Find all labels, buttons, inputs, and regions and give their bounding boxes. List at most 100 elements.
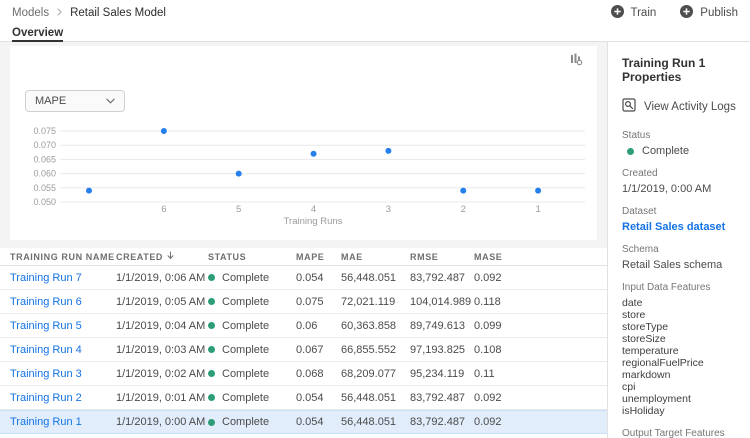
run-name-link[interactable]: Training Run 1 (10, 416, 116, 428)
schema-field: Schema Retail Sales schema (622, 244, 750, 271)
chart-zone: MAPE 0.0750.0700.0650.0600.0550.05065432… (0, 42, 607, 248)
run-mape: 0.067 (296, 344, 341, 356)
status-field: Status Complete (622, 130, 750, 157)
input-feature-item: regionalFuelPrice (622, 357, 750, 369)
chart-card: MAPE 0.0750.0700.0650.0600.0550.05065432… (10, 46, 597, 240)
input-feature-item: temperature (622, 345, 750, 357)
chart-point-run-5 (236, 171, 242, 177)
train-button-label: Train (631, 7, 657, 19)
input-features-list: datestorestoreTypestoreSizetemperaturere… (622, 297, 750, 417)
column-header-mase[interactable]: MASE (474, 252, 607, 262)
run-created: 1/1/2019, 0:01 AM (116, 392, 208, 404)
sort-arrow-down-icon (167, 251, 174, 262)
created-label: Created (622, 168, 750, 179)
column-header-mae[interactable]: MAE (341, 252, 410, 262)
chart-point-run-7 (86, 188, 92, 194)
publish-button[interactable]: Publish (680, 5, 738, 21)
run-mae: 56,448.051 (341, 416, 410, 428)
chart-point-run-3 (385, 148, 391, 154)
input-feature-item: storeType (622, 321, 750, 333)
table-body: Training Run 71/1/2019, 0:06 AMComplete0… (0, 266, 607, 434)
run-mape: 0.075 (296, 296, 341, 308)
run-mase: 0.099 (474, 320, 607, 332)
status-dot-icon (208, 394, 215, 401)
y-tick-label: 0.075 (33, 126, 56, 136)
view-activity-logs-button[interactable]: View Activity Logs (622, 98, 750, 115)
column-header-status[interactable]: STATUS (208, 252, 296, 262)
input-feature-item: date (622, 297, 750, 309)
run-created: 1/1/2019, 0:05 AM (116, 296, 208, 308)
table-row[interactable]: Training Run 71/1/2019, 0:06 AMComplete0… (0, 266, 607, 290)
breadcrumb-current: Retail Sales Model (70, 7, 166, 19)
run-name-link[interactable]: Training Run 6 (10, 296, 116, 308)
run-created: 1/1/2019, 0:00 AM (116, 416, 208, 428)
schema-label: Schema (622, 244, 750, 255)
created-value: 1/1/2019, 0:00 AM (622, 183, 750, 195)
y-tick-label: 0.055 (33, 183, 56, 193)
column-header-created[interactable]: CREATED (116, 251, 208, 262)
run-mape: 0.054 (296, 272, 341, 284)
run-status: Complete (208, 392, 296, 404)
properties-panel: Training Run 1 Properties View Activity … (607, 42, 750, 438)
run-status: Complete (208, 344, 296, 356)
chevron-right-icon (57, 7, 62, 19)
status-label: Status (622, 130, 750, 141)
chart-point-run-2 (460, 188, 466, 194)
tab-bar: Overview (0, 26, 750, 42)
table-row[interactable]: Training Run 31/1/2019, 0:02 AMComplete0… (0, 362, 607, 386)
x-tick-label: 1 (535, 204, 540, 215)
input-features-label: Input Data Features (622, 282, 750, 293)
chart-point-run-6 (161, 128, 167, 134)
input-feature-item: storeSize (622, 333, 750, 345)
run-created: 1/1/2019, 0:04 AM (116, 320, 208, 332)
run-name-link[interactable]: Training Run 3 (10, 368, 116, 380)
run-mape: 0.054 (296, 416, 341, 428)
chart-point-run-1 (535, 188, 541, 194)
tab-overview[interactable]: Overview (12, 26, 63, 42)
table-row[interactable]: Training Run 41/1/2019, 0:03 AM Complete 0… (0, 338, 607, 362)
train-button[interactable]: Train (611, 5, 657, 21)
status-dot-icon (208, 370, 215, 377)
status-text: Complete (222, 344, 269, 356)
schema-value: Retail Sales schema (622, 259, 750, 271)
y-tick-label: 0.070 (33, 140, 56, 150)
run-rmse: 83,792.487 (410, 416, 474, 428)
mape-chart: 0.0750.0700.0650.0600.0550.050654321Trai… (10, 46, 597, 240)
x-tick-label: 3 (386, 204, 391, 215)
status-dot-icon (208, 346, 215, 353)
x-tick-label: 5 (236, 204, 241, 215)
table-row[interactable]: Training Run 11/1/2019, 0:00 AMComplete0… (0, 410, 607, 434)
run-name-link[interactable]: Training Run 7 (10, 272, 116, 284)
run-created: 1/1/2019, 0:03 AM (116, 344, 208, 356)
run-name-link[interactable]: Training Run 4 (10, 344, 116, 356)
column-header-training-run-name[interactable]: TRAINING RUN NAME (10, 252, 116, 262)
breadcrumb: Models Retail Sales Model (12, 7, 166, 19)
run-mae: 56,448.051 (341, 392, 410, 404)
status-dot-icon (627, 148, 634, 155)
run-mase: 0.092 (474, 416, 607, 428)
column-header-rmse[interactable]: RMSE (410, 252, 474, 262)
column-header-mape[interactable]: MAPE (296, 252, 341, 262)
table-row[interactable]: Training Run 61/1/2019, 0:05 AMComplete0… (0, 290, 607, 314)
run-rmse: 104,014.989 (410, 296, 474, 308)
top-bar: Models Retail Sales Model Train Publish (0, 0, 750, 26)
status-dot-icon (208, 298, 215, 305)
table-row[interactable]: Training Run 51/1/2019, 0:04 AMComplete0… (0, 314, 607, 338)
run-name-link[interactable]: Training Run 2 (10, 392, 116, 404)
breadcrumb-item-models[interactable]: Models (12, 7, 49, 19)
input-feature-item: isHoliday (622, 405, 750, 417)
run-name-link[interactable]: Training Run 5 (10, 320, 116, 332)
dataset-link[interactable]: Retail Sales dataset (622, 221, 750, 233)
input-feature-item: unemployment (622, 393, 750, 405)
run-mase: 0.092 (474, 272, 607, 284)
output-features-field: Output Target Features weeklySales (622, 428, 750, 438)
run-rmse: 95,234.119 (410, 368, 474, 380)
document-magnifier-icon (622, 98, 636, 115)
plus-circle-icon (611, 5, 624, 21)
x-tick-label: 6 (161, 204, 166, 215)
run-rmse: 83,792.487 (410, 272, 474, 284)
run-mase: 0.108 (474, 344, 607, 356)
run-mae: 72,021.119 (341, 296, 410, 308)
table-row[interactable]: Training Run 21/1/2019, 0:01 AMComplete0… (0, 386, 607, 410)
run-mae: 66,855.552 (341, 344, 410, 356)
